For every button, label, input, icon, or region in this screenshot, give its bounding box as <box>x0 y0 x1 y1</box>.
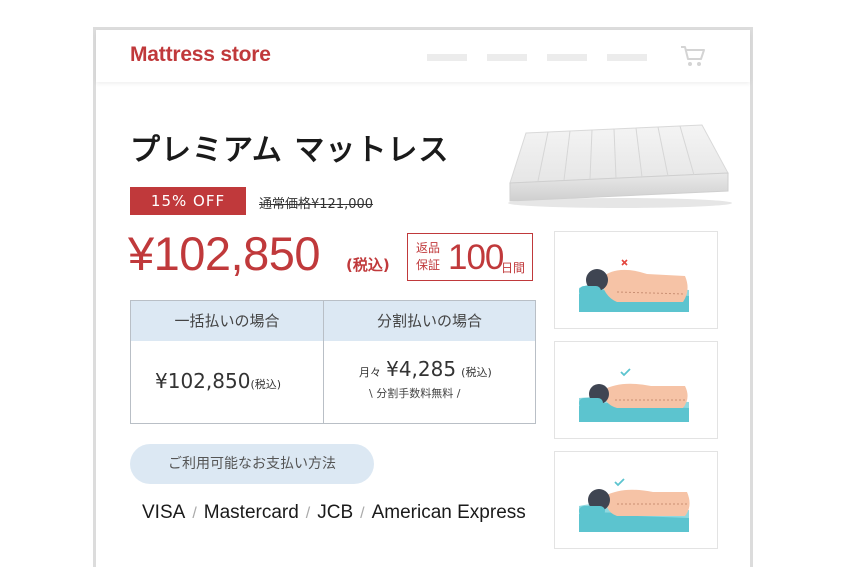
guarantee-label: 返品 保証 <box>416 240 440 274</box>
installment-amount: ¥4,285 <box>386 357 457 381</box>
sleep-pose-good-image-1 <box>579 368 689 422</box>
brand-separator: / <box>192 505 197 522</box>
guarantee-label-line2: 保証 <box>416 258 441 272</box>
installment-cell: 月々 ¥4,285 (税込) \ 分割手数料無料 / <box>324 341 535 423</box>
lump-sum-tax: (税込) <box>250 378 282 391</box>
return-guarantee-badge: 返品 保証 100 日間 <box>407 233 533 281</box>
cart-icon[interactable] <box>680 44 706 68</box>
installment-header: 分割払いの場合 <box>324 301 535 341</box>
regular-price: 通常価格¥121,000 <box>259 197 374 212</box>
sleep-pose-bad-image <box>579 259 689 312</box>
site-header: Mattress store <box>96 30 750 82</box>
nav-item-1[interactable] <box>427 54 467 61</box>
brand-visa: VISA <box>142 502 186 523</box>
mattress-image <box>508 124 732 208</box>
brand-jcb: JCB <box>317 502 354 523</box>
guarantee-days: 100 <box>448 238 504 277</box>
guarantee-unit: 日間 <box>501 261 526 275</box>
app-window: Mattress store プレミアム マットレス 15% OFF 通常価格¥… <box>93 27 753 567</box>
payment-comparison-table: 一括払いの場合 分割払いの場合 ¥102,850(税込) 月々 ¥4,285 (… <box>130 300 536 424</box>
installment-fee-note: \ 分割手数料無料 / <box>369 387 461 400</box>
discount-badge: 15% OFF <box>130 187 246 215</box>
sale-price: ¥102,850 <box>128 227 321 280</box>
lump-sum-cell: ¥102,850(税込) <box>131 341 323 423</box>
lump-sum-price: ¥102,850(税込) <box>155 369 281 393</box>
sleep-pose-good-image-2 <box>579 478 690 532</box>
guarantee-label-line1: 返品 <box>416 241 441 255</box>
lump-sum-header: 一括払いの場合 <box>131 301 323 341</box>
brand-american-express: American Express <box>371 502 526 523</box>
store-logo[interactable]: Mattress store <box>130 43 271 67</box>
payment-brands: VISA / Mastercard / JCB / American Express <box>142 502 526 524</box>
lump-sum-amount: ¥102,850 <box>155 369 251 393</box>
brand-mastercard: Mastercard <box>203 502 299 523</box>
product-title: プレミアム マットレス <box>130 133 450 168</box>
brand-separator: / <box>305 505 311 522</box>
nav-item-3[interactable] <box>547 54 587 61</box>
check-icon <box>620 368 631 377</box>
sleep-pose-card-good-2 <box>554 451 718 549</box>
price-tax-label: (税込) <box>346 256 390 274</box>
installment-tax: (税込) <box>461 366 492 379</box>
installment-prefix: 月々 <box>359 366 381 379</box>
installment-price: 月々 ¥4,285 (税込) <box>359 357 492 381</box>
sleep-pose-card-bad <box>554 231 718 329</box>
x-mark-icon <box>621 259 628 266</box>
nav-item-2[interactable] <box>487 54 527 61</box>
nav-item-4[interactable] <box>607 54 647 61</box>
brand-separator: / <box>360 505 365 522</box>
sleep-pose-card-good-1 <box>554 341 718 439</box>
check-icon <box>614 478 625 487</box>
payment-methods-label: ご利用可能なお支払い方法 <box>130 444 374 484</box>
